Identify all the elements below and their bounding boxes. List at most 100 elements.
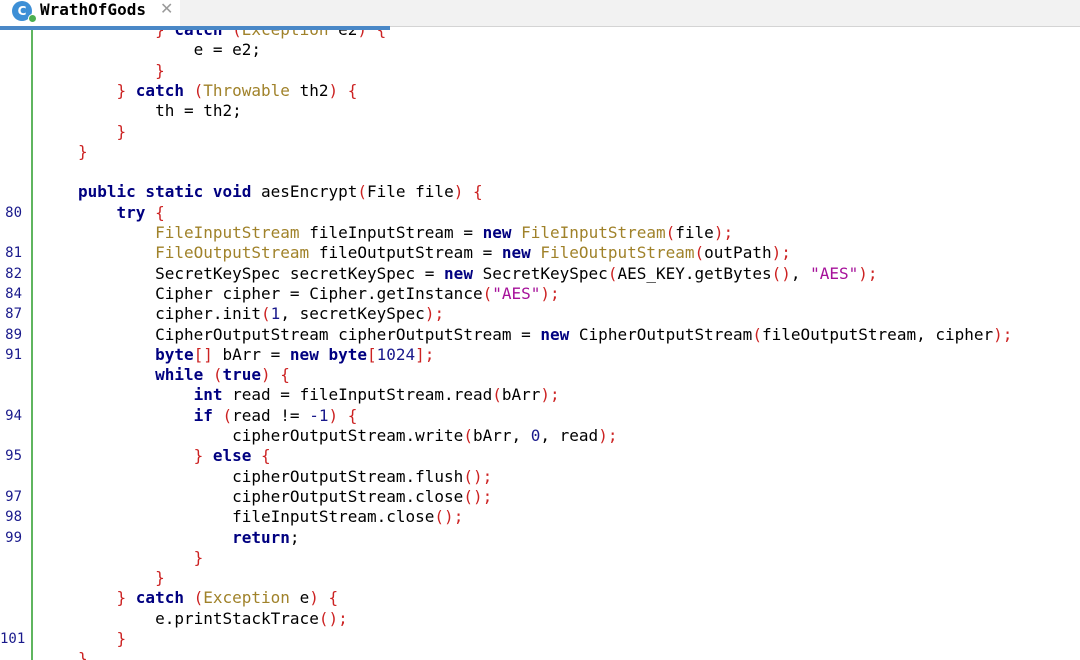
code-token: FileOutputStream (540, 243, 695, 263)
code-token: ) { (357, 30, 386, 39)
code-token: CipherOutputStream (569, 324, 753, 344)
code-token: ) { (309, 588, 339, 608)
code-line: FileOutputStream fileOutputStream = new … (78, 243, 791, 263)
code-token: cipherOutputStream.write (78, 426, 464, 445)
code-token: "AES" (492, 283, 541, 303)
tab-title: WrathOfGods (40, 0, 146, 19)
code-token: ( (665, 223, 676, 242)
code-token: ( (482, 283, 493, 303)
code-token: ]; (415, 344, 435, 364)
code-token: Cipher cipher = Cipher.getInstance (78, 283, 483, 303)
code-token: cipherOutputStream.flush (78, 466, 464, 486)
code-token: cipherOutputStream.close (78, 486, 464, 506)
line-number: 95 (5, 448, 22, 465)
code-token: catch (135, 588, 184, 608)
code-token: new (482, 223, 512, 242)
code-token: [ (367, 344, 377, 364)
line-number: 87 (5, 306, 22, 323)
code-token: outPath (704, 243, 772, 263)
line-number: 84 (5, 285, 22, 302)
code-token: public static void (78, 182, 262, 202)
code-line: Cipher cipher = Cipher.getInstance("AES"… (78, 284, 560, 304)
code-token: Throwable (203, 80, 290, 100)
code-line: int read = fileInputStream.read(bArr); (78, 385, 560, 405)
line-number: 97 (5, 488, 22, 505)
code-token: int (193, 385, 223, 405)
code-line: } catch (Exception e) { (78, 588, 339, 608)
code-token: ( (212, 405, 233, 425)
code-token: FileInputStream (521, 223, 666, 242)
code-token: fileOutputStream = (309, 243, 502, 263)
code-line: } (78, 649, 88, 660)
code-line: public static void aesEncrypt(File file)… (78, 182, 483, 202)
code-token: AES_KEY.getBytes (617, 263, 772, 283)
code-token: 0 (530, 426, 541, 445)
code-line: } (78, 142, 88, 162)
code-token: 1 (270, 304, 281, 324)
code-token: ); (598, 426, 618, 445)
code-token: } (116, 80, 136, 100)
code-token: "AES" (810, 263, 859, 283)
code-token: { (251, 446, 271, 466)
code-token: Exception (203, 588, 290, 608)
code-token: FileInputStream (155, 223, 300, 242)
class-status-dot-icon (28, 14, 37, 23)
code-token: new (444, 263, 473, 283)
line-number: 91 (5, 346, 22, 363)
code-token: -1 (309, 405, 329, 425)
code-token: ) { (328, 405, 358, 425)
code-token: FileOutputStream (155, 243, 310, 263)
code-token: bArr, (472, 426, 531, 445)
code-token: () (771, 263, 791, 283)
code-token: bArr = (212, 344, 290, 364)
code-token: fileOutputStream, cipher (761, 324, 994, 344)
code-token: e (289, 588, 310, 608)
code-token: ) { (261, 365, 290, 385)
code-line: e.printStackTrace(); (78, 609, 348, 629)
code-token: ) { (328, 80, 358, 100)
code-token: ); (540, 385, 560, 405)
code-token: ( (183, 588, 204, 608)
code-line: FileInputStream fileInputStream = new Fi… (78, 223, 733, 243)
code-token: [] (193, 344, 213, 364)
code-token: CipherOutputStream cipherOutputStream = (78, 324, 541, 344)
close-icon[interactable]: ✕ (160, 0, 173, 18)
code-line: } (78, 568, 165, 588)
code-token: SecretKeySpec secretKeySpec = (78, 263, 445, 283)
code-line: } else { (78, 446, 271, 466)
code-token: while (155, 365, 204, 385)
vcs-change-marker (31, 30, 33, 660)
code-token: catch (135, 80, 184, 100)
code-token: ); (771, 243, 791, 263)
code-token: e.printStackTrace (78, 608, 319, 628)
code-token: ( (183, 80, 204, 100)
code-line: } catch (Exception e2) { (78, 30, 386, 40)
code-token: } (193, 446, 213, 466)
code-token: ); (858, 263, 878, 283)
code-line: byte[] bArr = new byte[1024]; (78, 345, 434, 365)
line-number: 80 (5, 204, 22, 221)
code-token: , (790, 263, 811, 283)
code-token: read = fileInputStream.read (222, 385, 493, 405)
code-editor[interactable]: } catch (Exception e2) { e = e2; } } cat… (34, 30, 1080, 660)
code-line: while (true) { (78, 365, 290, 385)
code-token: true (222, 365, 262, 385)
tab-wrathofgods[interactable]: C WrathOfGods ✕ (0, 0, 180, 26)
code-token: } (116, 588, 136, 608)
code-token: if (193, 405, 213, 425)
editor-tab-bar: C WrathOfGods ✕ (0, 0, 1080, 27)
code-line: } (78, 61, 165, 81)
code-token: } (116, 121, 127, 141)
code-token: byte (155, 344, 194, 364)
code-line: th = th2; (78, 101, 242, 121)
code-line: } (78, 121, 127, 142)
code-token: th = th2; (78, 101, 242, 121)
code-token: ( (607, 263, 618, 283)
